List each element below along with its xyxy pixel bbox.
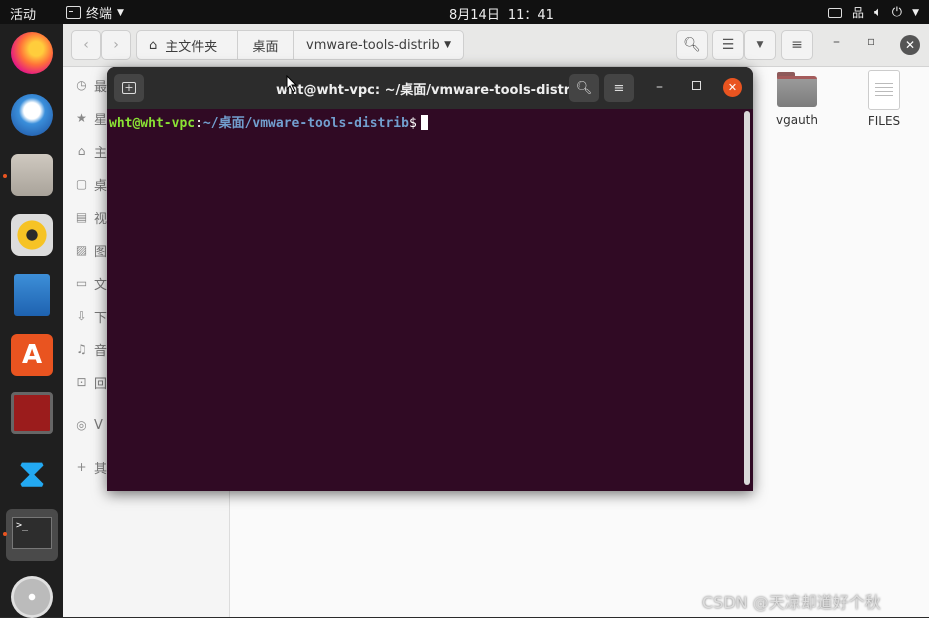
trash-icon: ⊡ (76, 374, 87, 389)
download-icon: ⇩ (76, 308, 87, 323)
minimize-button[interactable]: – (656, 79, 663, 95)
picture-icon: ▨ (75, 242, 88, 257)
keyboard-icon[interactable] (827, 7, 842, 18)
terminal-headerbar: + wht@wht-vpc: ~/桌面/vmware-tools-distrib… (107, 67, 753, 109)
caret-down-icon: ▼ (912, 7, 919, 18)
terminal-search-button[interactable]: 🔍︎ (569, 74, 599, 102)
disc-icon: ◎ (76, 417, 87, 432)
terminal-window: + wht@wht-vpc: ~/桌面/vmware-tools-distrib… (107, 67, 753, 491)
clock-time: 11：41 (507, 8, 554, 23)
prompt-path: ~/桌面/vmware-tools-distrib (202, 116, 409, 131)
terminal-body[interactable]: wht@wht-vpc:~/桌面/vmware-tools-distrib$ (107, 109, 753, 491)
dvd-icon[interactable] (11, 576, 53, 618)
text-file-icon (868, 70, 900, 110)
terminal-menu-button[interactable]: ≡ (604, 74, 634, 102)
terminal-scrollbar[interactable] (744, 111, 750, 485)
software-center-icon[interactable]: A (11, 334, 53, 376)
volume-icon[interactable]: 🔈︎ (874, 5, 882, 20)
view-list-button[interactable]: ☰ (712, 30, 744, 60)
minimize-button[interactable]: – (833, 34, 840, 50)
file-item-files[interactable]: FILES (849, 70, 919, 128)
clock-date: 8月14日 (449, 8, 500, 23)
activities-button[interactable]: 活动 (10, 4, 36, 23)
shell-prompt: wht@wht-vpc:~/桌面/vmware-tools-distrib$ (109, 112, 428, 131)
remote-desktop-icon[interactable] (11, 392, 53, 434)
clock-icon: ◷ (76, 77, 87, 92)
view-options-button[interactable]: ▼ (744, 30, 776, 60)
mouse-pointer-icon (286, 75, 298, 93)
running-indicator (3, 532, 7, 536)
file-item-vgauth[interactable]: vgauth (762, 72, 832, 127)
firefox-icon[interactable] (11, 32, 53, 74)
file-name: FILES (867, 114, 901, 128)
file-manager-headerbar: ‹ › ⌂ 主文件夹 桌面 vmware-tools-distrib ▼ 🔍︎ … (63, 24, 929, 67)
terminal-icon[interactable]: >_ (6, 509, 58, 561)
back-button[interactable]: ‹ (71, 30, 101, 60)
maximize-button[interactable]: ▫ (867, 34, 875, 48)
libreoffice-writer-icon[interactable] (14, 274, 50, 316)
close-button[interactable]: ✕ (723, 78, 742, 97)
home-icon: ⌂ (149, 37, 158, 53)
prompt-symbol: $ (408, 116, 417, 131)
breadcrumb-current-folder[interactable]: vmware-tools-distrib ▼ (293, 30, 464, 60)
video-icon: ▤ (75, 209, 88, 224)
maximize-button[interactable] (692, 81, 701, 90)
power-icon[interactable]: ⏻ (892, 5, 902, 20)
system-tray[interactable]: 品 🔈︎ ⏻ ▼ (827, 4, 919, 21)
star-icon: ★ (76, 110, 87, 125)
music-icon: ♫ (76, 341, 87, 356)
file-name: vgauth (776, 113, 818, 127)
prompt-user: wht@wht-vpc (109, 116, 196, 131)
watermark: CSDN @天凉却道好个秋 (702, 593, 881, 612)
app-name: 终端 (86, 7, 113, 22)
network-icon[interactable]: 品 (852, 4, 864, 21)
search-icon: 🔍︎ (575, 80, 593, 96)
vscode-icon[interactable]: ⧗ (11, 452, 53, 494)
desktop-icon: ▢ (75, 176, 88, 191)
app-menu[interactable]: 终端 ▼ (66, 3, 124, 22)
files-icon[interactable] (11, 154, 53, 196)
hamburger-menu-icon: ≡ (613, 80, 625, 96)
menu-button[interactable]: ≡ (781, 30, 813, 60)
document-icon: ▭ (75, 275, 88, 290)
caret-down-icon: ▼ (117, 7, 124, 18)
top-bar: 活动 终端 ▼ 8月14日 11：41 品 🔈︎ ⏻ ▼ (0, 0, 929, 24)
breadcrumb-home[interactable]: ⌂ 主文件夹 (136, 30, 238, 60)
thunderbird-icon[interactable] (11, 94, 53, 136)
folder-icon (777, 72, 817, 107)
caret-down-icon: ▼ (444, 40, 451, 50)
caret-down-icon: ▼ (756, 40, 764, 50)
running-indicator (3, 174, 7, 178)
close-button[interactable]: ✕ (900, 35, 920, 55)
terminal-icon (66, 6, 81, 19)
clock[interactable]: 8月14日 11：41 (449, 4, 554, 23)
text-cursor (420, 115, 428, 130)
prompt-separator: : (195, 116, 203, 131)
breadcrumb-desktop[interactable]: 桌面 (237, 30, 294, 60)
forward-button[interactable]: › (101, 30, 131, 60)
rhythmbox-icon[interactable] (11, 214, 53, 256)
plus-icon: + (76, 459, 87, 474)
search-button[interactable]: 🔍︎ (676, 30, 708, 60)
dock: A ⧗ >_ (0, 24, 63, 618)
search-icon: 🔍︎ (683, 37, 701, 53)
home-icon: ⌂ (77, 143, 86, 158)
